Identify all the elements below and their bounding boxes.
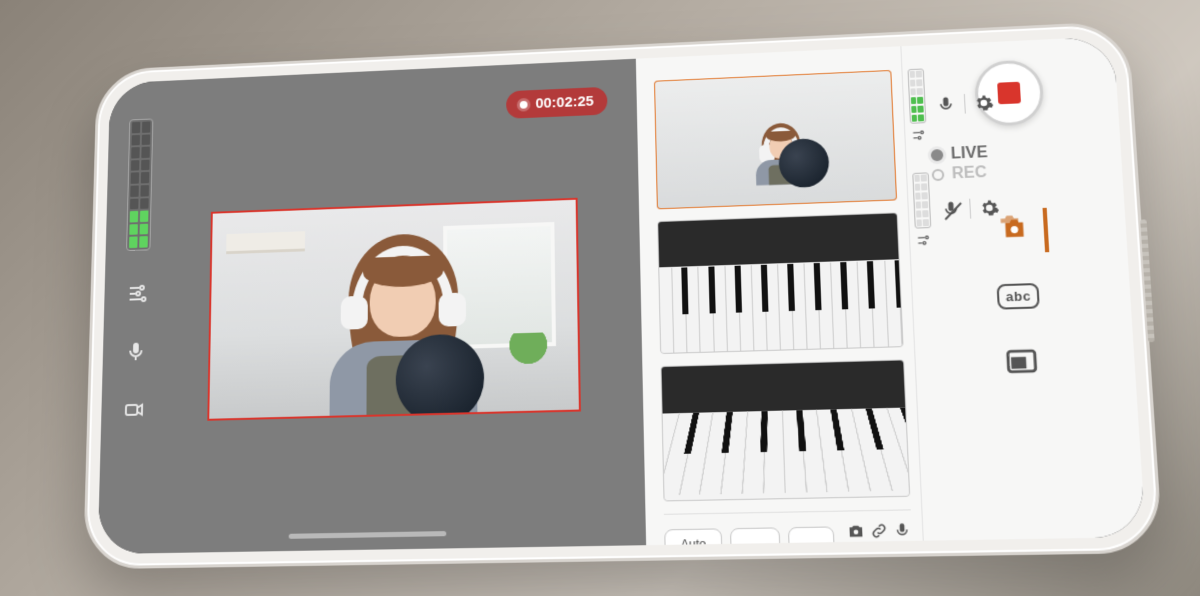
tab-text[interactable]: abc (988, 272, 1053, 319)
link-audio-toggle[interactable] (855, 547, 905, 554)
source-1-mic-icon[interactable] (935, 94, 956, 114)
app-screen: 00:02:25 (98, 36, 1146, 554)
source-1-vu (907, 68, 926, 123)
source-2-mic-muted-icon[interactable] (940, 199, 962, 220)
program-preview[interactable] (207, 198, 581, 420)
preview-area: 00:02:25 (165, 59, 647, 553)
source-1-gear-icon[interactable] (973, 93, 995, 114)
source-thumb-2[interactable] (657, 213, 903, 354)
per-source-controls (907, 66, 996, 249)
tab-pip[interactable] (991, 338, 1057, 385)
source-column: Auto Switch 8" (636, 46, 922, 545)
link-audio-icons (846, 521, 912, 541)
sliders-icon[interactable] (914, 232, 931, 249)
source-thumb-1[interactable] (654, 70, 896, 210)
source-thumb-3[interactable] (661, 359, 910, 502)
pip-icon (1003, 343, 1041, 379)
microphone-icon (892, 521, 912, 540)
sliders-icon[interactable] (910, 127, 927, 143)
camera-icon (846, 522, 866, 541)
video-camera-icon[interactable] (120, 395, 149, 425)
cameras-icon (996, 213, 1033, 248)
swap-icon (757, 543, 772, 555)
phone-frame: 00:02:25 (83, 21, 1163, 570)
link-audio-block (846, 521, 913, 554)
source-2-gear-icon[interactable] (978, 198, 1000, 219)
source-1-controls (907, 66, 990, 144)
master-vu-meter (126, 118, 153, 251)
source-2-controls (912, 170, 996, 249)
control-panel: Auto Switch 8" (636, 36, 1146, 545)
source-2-vu (912, 172, 931, 228)
microphone-icon[interactable] (121, 337, 150, 367)
auto-switch-button[interactable]: Auto Switch (664, 529, 723, 554)
abc-icon: abc (997, 282, 1040, 309)
source-thumbnails (654, 70, 910, 502)
auto-switch-duration[interactable]: 8" (730, 528, 781, 554)
preview-panel: 00:02:25 (98, 59, 647, 554)
recording-timer-pill: 00:02:25 (506, 87, 607, 119)
link-icon (869, 522, 889, 541)
master-sliders-icon[interactable] (123, 279, 152, 309)
auto-switch-bar: Auto Switch 8" (664, 510, 913, 554)
play-icon (802, 540, 821, 554)
stop-icon (997, 82, 1021, 105)
phone-speaker-grill (1140, 219, 1155, 342)
recording-timer: 00:02:25 (535, 93, 594, 112)
preview-sidebar (98, 80, 175, 554)
auto-switch-play[interactable] (788, 527, 836, 554)
